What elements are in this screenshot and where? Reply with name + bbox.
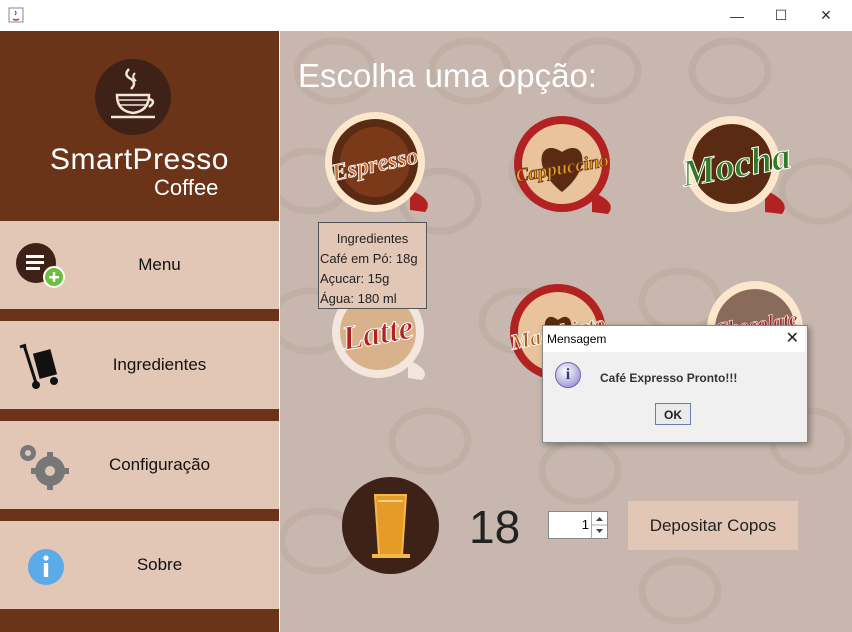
sidebar-item-ingredientes[interactable]: Ingredientes xyxy=(0,321,279,409)
stepper-arrows[interactable] xyxy=(591,512,607,538)
sidebar-item-menu[interactable]: Menu xyxy=(0,221,279,309)
info-icon: i xyxy=(555,362,581,388)
mocha-button[interactable]: Mocha xyxy=(670,110,810,227)
espresso-cup-icon: Espresso xyxy=(325,112,428,212)
tooltip-line: Açucar: 15g xyxy=(320,271,390,286)
tooltip-title: Ingredientes xyxy=(336,231,409,246)
sidebar-item-label: Ingredientes xyxy=(112,355,207,374)
deposit-cups-button[interactable]: Depositar Copos xyxy=(628,501,798,550)
sidebar-item-label: Configuração xyxy=(108,455,211,474)
espresso-button[interactable]: Espresso xyxy=(315,110,440,225)
window-titlebar: — ☐ ✕ xyxy=(0,0,852,31)
sidebar-item-label: Menu xyxy=(138,255,181,274)
stepper-value: 1 xyxy=(581,517,589,532)
cups-icon xyxy=(342,477,439,574)
sidebar: SmartPresso Coffee Menu Ingredientes Con… xyxy=(0,31,279,632)
logo-title: SmartPresso xyxy=(50,143,229,176)
page-title: Escolha uma opção: xyxy=(298,57,598,94)
mocha-cup-icon: Mocha xyxy=(677,116,794,214)
ok-button[interactable]: OK xyxy=(655,403,691,425)
sidebar-item-configuracao[interactable]: Configuração xyxy=(0,421,279,509)
gears-icon xyxy=(20,445,69,490)
ingredients-tooltip: Ingredientes Café em Pó: 18g Açucar: 15g… xyxy=(318,222,427,309)
sidebar-item-label: Sobre xyxy=(136,555,183,574)
dialog-titlebar: Mensagem ✕ xyxy=(543,326,805,352)
logo: SmartPresso Coffee xyxy=(0,31,279,221)
tooltip-line: Café em Pó: 18g xyxy=(320,251,418,266)
java-app-icon xyxy=(8,7,24,23)
maximize-button[interactable]: ☐ xyxy=(758,0,804,31)
coffee-cup-logo-icon xyxy=(95,59,171,135)
hand-truck-icon xyxy=(19,343,58,389)
info-icon xyxy=(28,549,64,585)
sidebar-item-sobre[interactable]: Sobre xyxy=(0,521,279,609)
cappuccino-button[interactable]: Cappuccino xyxy=(500,112,630,227)
close-window-button[interactable]: ✕ xyxy=(803,0,849,31)
dialog-title: Mensagem xyxy=(547,332,607,346)
tooltip-line: Água: 180 ml xyxy=(320,291,397,306)
minimize-button[interactable]: — xyxy=(714,0,760,31)
cups-count: 18 xyxy=(469,501,521,553)
dialog-close-button[interactable]: ✕ xyxy=(786,328,799,348)
message-dialog: Mensagem ✕ i Café Expresso Pronto!!! OK xyxy=(542,325,808,443)
logo-subtitle: Coffee xyxy=(154,175,219,200)
menu-add-icon xyxy=(16,243,65,288)
cappuccino-cup-icon: Cappuccino xyxy=(514,116,611,214)
dialog-message: Café Expresso Pronto!!! xyxy=(600,371,738,385)
cups-quantity-stepper[interactable]: 1 xyxy=(548,511,608,539)
